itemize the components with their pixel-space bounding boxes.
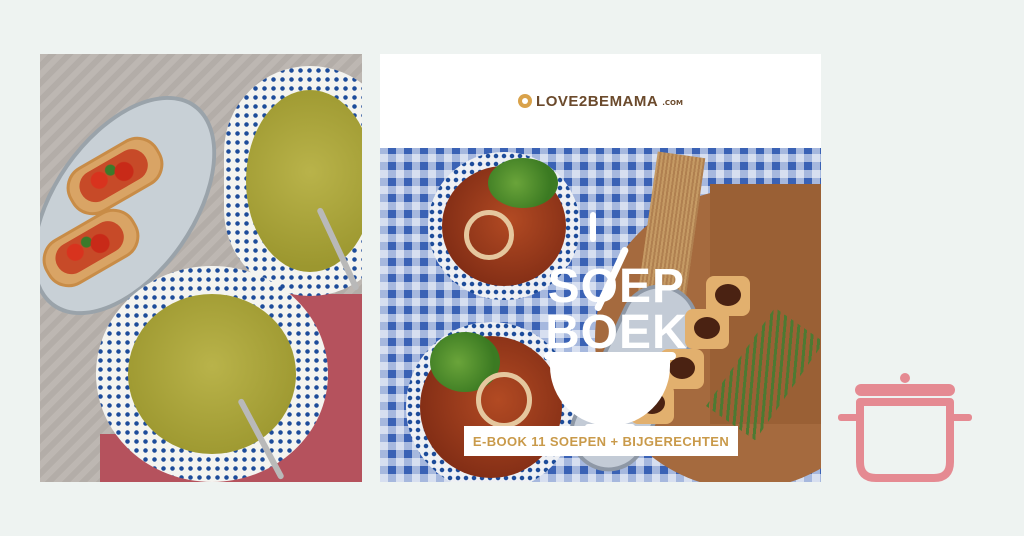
ebook-banner-text: E-BOOK 11 SOEPEN + BIJGERECHTEN bbox=[472, 433, 730, 449]
ebook-cover[interactable]: LOVE2BEMAMA .COM SOEP BOEK E-BOOK 11 SOE… bbox=[380, 54, 821, 482]
soup-photo bbox=[40, 54, 362, 482]
cooking-pot-icon bbox=[838, 373, 972, 482]
mini-tart bbox=[685, 309, 729, 349]
cover-header: LOVE2BEMAMA .COM bbox=[380, 54, 821, 148]
love2bemama-logo-icon bbox=[518, 94, 533, 108]
soup-bowl-bottom bbox=[96, 266, 328, 482]
brand-name: LOVE2BEMAMA bbox=[536, 92, 659, 110]
ebook-title: SOEP BOEK bbox=[545, 260, 688, 359]
ebook-banner[interactable]: E-BOOK 11 SOEPEN + BIJGERECHTEN bbox=[464, 426, 738, 456]
title-line-soep: SOEP bbox=[547, 260, 686, 313]
brand-logo[interactable]: LOVE2BEMAMA .COM bbox=[518, 93, 683, 110]
title-line-boek: BOEK bbox=[545, 306, 688, 359]
brand-domain: .COM bbox=[662, 98, 683, 107]
steam-line bbox=[590, 212, 596, 242]
